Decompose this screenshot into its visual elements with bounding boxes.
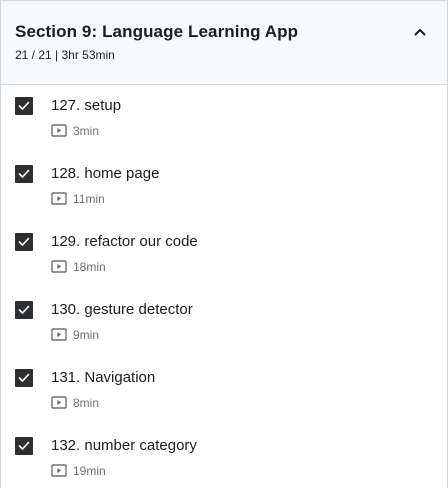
lecture-title: 130. gesture detector <box>51 301 193 318</box>
completed-checkbox[interactable] <box>15 301 33 319</box>
lecture-item[interactable]: 130. gesture detector 9min <box>1 289 447 357</box>
lecture-meta: 3min <box>51 123 447 139</box>
lecture-item[interactable]: 127. setup 3min <box>1 85 447 153</box>
chevron-up-icon[interactable] <box>413 26 427 38</box>
video-icon <box>51 192 67 206</box>
lecture-duration: 8min <box>73 396 100 410</box>
completed-checkbox[interactable] <box>15 233 33 251</box>
checkmark-icon <box>18 101 30 110</box>
lecture-item[interactable]: 131. Navigation 8min <box>1 357 447 425</box>
lecture-duration: 18min <box>73 260 106 274</box>
lecture-title: 128. home page <box>51 165 160 182</box>
completed-checkbox[interactable] <box>15 97 33 115</box>
checkmark-icon <box>18 373 30 382</box>
lecture-title: 127. setup <box>51 97 122 114</box>
video-icon <box>51 124 67 138</box>
lecture-meta: 11min <box>51 191 447 207</box>
video-icon <box>51 396 67 410</box>
lecture-title: 129. refactor our code <box>51 233 198 250</box>
checkmark-icon <box>18 169 30 178</box>
lecture-duration: 11min <box>73 192 105 206</box>
course-content-panel: Section 9: Language Learning App 21 / 21… <box>0 0 448 488</box>
lecture-title: 132. number category <box>51 437 197 454</box>
completed-checkbox[interactable] <box>15 165 33 183</box>
video-icon <box>51 328 67 342</box>
checkmark-icon <box>18 305 30 314</box>
video-icon <box>51 464 67 478</box>
checkmark-icon <box>18 237 30 246</box>
lecture-item[interactable]: 132. number category 19min <box>1 425 447 488</box>
section-title: Section 9: Language Learning App <box>15 22 299 41</box>
completed-checkbox[interactable] <box>15 437 33 455</box>
lecture-duration: 3min <box>73 124 100 138</box>
section-progress-duration: 21 / 21 | 3hr 53min <box>15 48 115 62</box>
lecture-list: 127. setup 3min 128. home page 11min 129… <box>1 85 447 488</box>
lecture-meta: 8min <box>51 395 447 411</box>
lecture-item[interactable]: 128. home page 11min <box>1 153 447 221</box>
checkmark-icon <box>18 441 30 450</box>
section-header[interactable]: Section 9: Language Learning App 21 / 21… <box>1 1 447 85</box>
lecture-meta: 9min <box>51 327 447 343</box>
completed-checkbox[interactable] <box>15 369 33 387</box>
video-icon <box>51 260 67 274</box>
lecture-title: 131. Navigation <box>51 369 156 386</box>
lecture-duration: 9min <box>73 328 100 342</box>
lecture-meta: 19min <box>51 463 447 479</box>
lecture-item[interactable]: 129. refactor our code 18min <box>1 221 447 289</box>
lecture-duration: 19min <box>73 464 106 478</box>
lecture-meta: 18min <box>51 259 447 275</box>
